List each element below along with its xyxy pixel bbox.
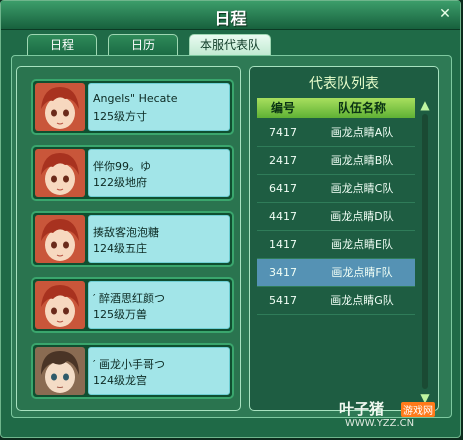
team-list-header: 编号 队伍名称 [257,98,415,118]
table-row[interactable]: 2417 画龙点睛B队 [257,147,415,175]
tab-schedule[interactable]: 日程 [27,34,97,55]
member-list: Angels" Hecate 125级方寸 伴你99。ゆ 122级地府 揍敌客泡… [16,66,241,411]
member-card[interactable]: ′ 醉酒思红颜つ 125级万兽 [31,277,234,333]
member-level: 125级方寸 [93,110,147,123]
member-card[interactable]: 揍敌客泡泡糖 124级五庄 [31,211,234,267]
team-id: 7417 [269,126,297,139]
team-list-panel: 代表队列表 编号 队伍名称 7417 画龙点睛A队 2417 画龙点睛B队 64… [249,66,439,411]
member-info: Angels" Hecate 125级方寸 [88,83,230,131]
team-id: 1417 [269,238,297,251]
member-name: ′ 画龙小手哥つ [93,358,165,371]
team-name: 画龙点睛E队 [331,238,393,251]
table-row-selected[interactable]: 3417 画龙点睛F队 [257,259,415,287]
tab-calendar[interactable]: 日历 [108,34,178,55]
watermark-brand: 叶子猪 [339,400,385,418]
member-info: 伴你99。ゆ 122级地府 [88,149,230,197]
avatar [35,281,85,329]
content-panel: Angels" Hecate 125级方寸 伴你99。ゆ 122级地府 揍敌客泡… [11,55,452,418]
watermark-badge: 游戏网 [401,402,435,417]
team-name: 画龙点睛B队 [330,154,394,167]
avatar [35,149,85,197]
team-name: 画龙点睛D队 [330,210,394,223]
member-info: ′ 画龙小手哥つ 124级龙宫 [88,347,230,395]
team-name: 画龙点睛G队 [330,294,394,307]
member-card[interactable]: 伴你99。ゆ 122级地府 [31,145,234,201]
table-row[interactable]: 4417 画龙点睛D队 [257,203,415,231]
member-level: 124级龙宫 [93,374,147,387]
member-name: ′ 醉酒思红颜つ [93,292,165,305]
team-name: 画龙点睛F队 [331,266,393,279]
header-id: 编号 [270,101,295,115]
team-id: 5417 [269,294,297,307]
window-title: 日程 [214,9,247,28]
member-name: 伴你99。ゆ [93,160,151,173]
avatar [35,347,85,395]
scroll-up-icon[interactable]: ▲ [417,98,433,112]
member-card[interactable]: Angels" Hecate 125级方寸 [31,79,234,135]
team-id: 6417 [269,182,297,195]
watermark-url: WWW.YZZ.CN [345,418,415,429]
scrollbar[interactable]: ▲ ▼ [416,98,434,405]
member-level: 124级五庄 [93,242,147,255]
team-list-title: 代表队列表 [309,76,379,92]
close-icon[interactable]: ✕ [438,7,452,21]
table-row[interactable]: 1417 画龙点睛E队 [257,231,415,259]
avatar [35,215,85,263]
avatar [35,83,85,131]
member-name: Angels" Hecate [93,92,178,105]
tab-server-team[interactable]: 本服代表队 [189,34,271,56]
member-level: 125级万兽 [93,308,147,321]
title-bar: 日程 ✕ [1,1,460,30]
member-info: ′ 醉酒思红颜つ 125级万兽 [88,281,230,329]
watermark: 叶子猪 游戏网 WWW.YZZ.CN [339,398,459,434]
table-row[interactable]: 6417 画龙点睛C队 [257,175,415,203]
schedule-window: 日程 ✕ 日程 日历 本服代表队 Angels" Hecate 125级方寸 伴… [0,0,461,438]
header-team-name: 队伍名称 [337,101,386,115]
member-level: 122级地府 [93,176,147,189]
member-name: 揍敌客泡泡糖 [93,226,159,239]
team-id: 4417 [269,210,297,223]
team-id: 2417 [269,154,297,167]
team-name: 画龙点睛C队 [330,182,394,195]
table-row[interactable]: 7417 画龙点睛A队 [257,119,415,147]
member-card[interactable]: ′ 画龙小手哥つ 124级龙宫 [31,343,234,399]
table-row[interactable]: 5417 画龙点睛G队 [257,287,415,315]
member-info: 揍敌客泡泡糖 124级五庄 [88,215,230,263]
scroll-track[interactable] [422,114,428,389]
team-name: 画龙点睛A队 [330,126,394,139]
team-id: 3417 [269,266,297,279]
